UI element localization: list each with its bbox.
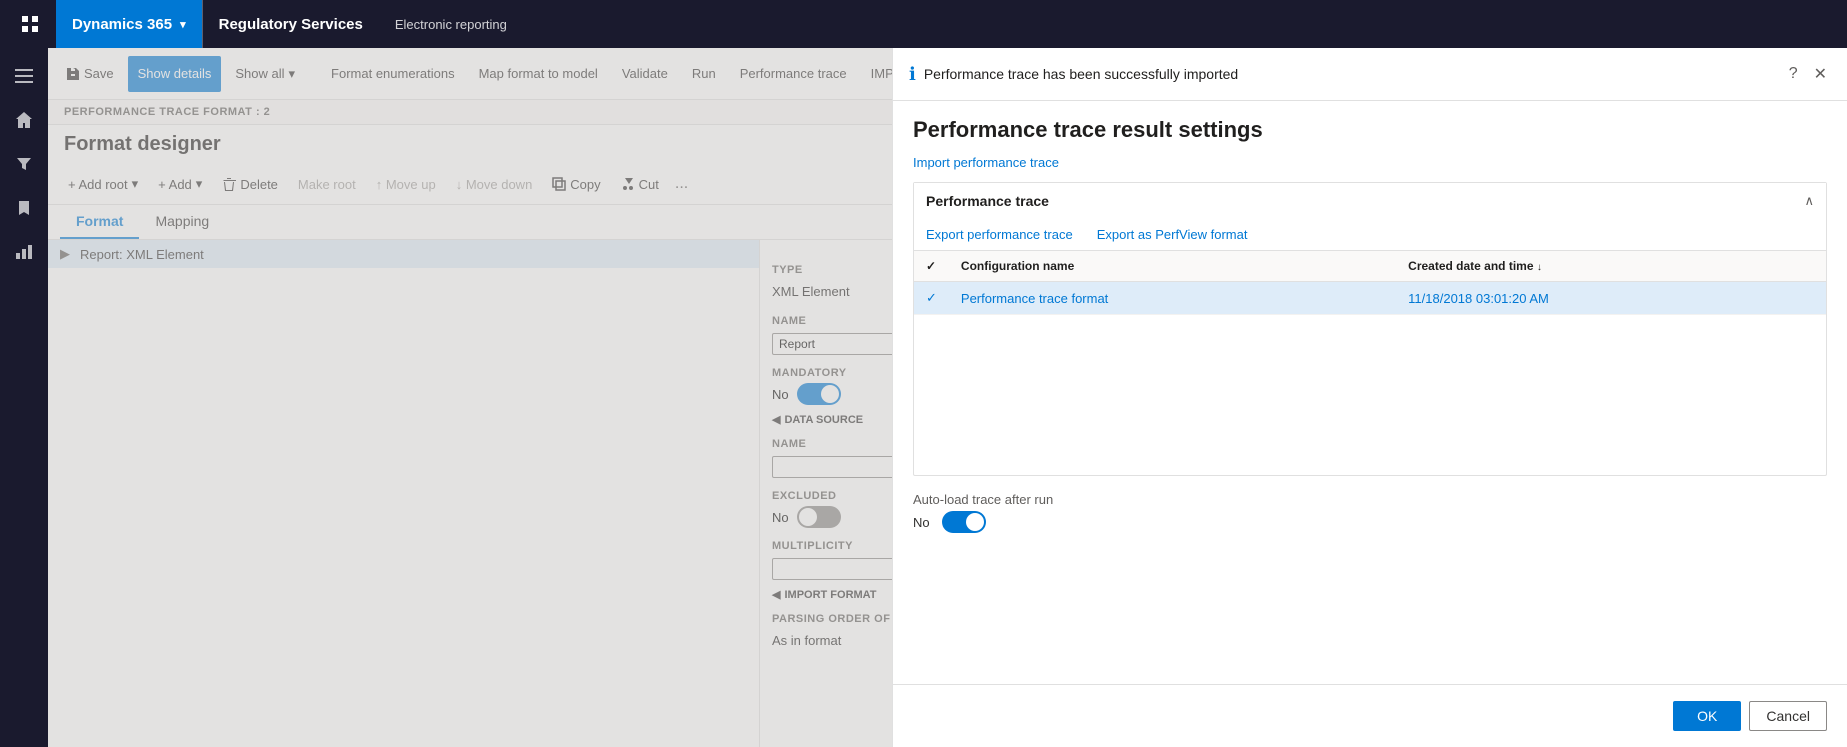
export-perfview-link[interactable]: Export as PerfView format bbox=[1097, 227, 1248, 242]
notification-bar: ℹ Performance trace has been successfull… bbox=[893, 48, 1847, 101]
chart-icon[interactable] bbox=[4, 232, 44, 272]
trace-table: ✓ Configuration name Created date and ti… bbox=[914, 251, 1826, 315]
auto-load-label: Auto-load trace after run bbox=[913, 492, 1827, 507]
performance-trace-section: Performance trace ∧ Export performance t… bbox=[913, 182, 1827, 476]
dynamics365-label: Dynamics 365 bbox=[72, 16, 172, 33]
panel-footer: OK Cancel bbox=[893, 684, 1847, 747]
info-icon: ℹ bbox=[909, 64, 916, 85]
menu-icon[interactable] bbox=[4, 56, 44, 96]
table-empty-space bbox=[914, 315, 1826, 475]
regulatory-services-nav: Regulatory Services bbox=[203, 0, 379, 48]
close-notification-button[interactable]: ✕ bbox=[1810, 60, 1831, 88]
export-performance-trace-link[interactable]: Export performance trace bbox=[926, 227, 1073, 242]
links-row: Export performance trace Export as PerfV… bbox=[914, 219, 1826, 251]
auto-load-section: Auto-load trace after run No bbox=[893, 476, 1847, 549]
created-date-column-header[interactable]: Created date and time ↓ bbox=[1396, 251, 1826, 282]
electronic-reporting-nav: Electronic reporting bbox=[379, 0, 523, 48]
row-check: ✓ bbox=[914, 282, 949, 315]
ok-button[interactable]: OK bbox=[1673, 701, 1741, 731]
dynamics365-chevron: ▾ bbox=[180, 18, 186, 31]
auto-load-value: No bbox=[913, 515, 930, 530]
help-icon[interactable]: ? bbox=[1785, 61, 1802, 87]
table-row[interactable]: ✓ Performance trace format 11/18/2018 03… bbox=[914, 282, 1826, 315]
left-sidebar bbox=[0, 48, 48, 747]
section-title: Performance trace bbox=[926, 193, 1796, 209]
auto-load-value-row: No bbox=[913, 511, 1827, 533]
grid-icon[interactable] bbox=[12, 6, 48, 42]
panel-title: Performance trace result settings bbox=[893, 101, 1847, 151]
auto-load-toggle[interactable] bbox=[942, 511, 986, 533]
bookmark-icon[interactable] bbox=[4, 188, 44, 228]
filter-icon[interactable] bbox=[4, 144, 44, 184]
auto-load-toggle-thumb bbox=[966, 513, 984, 531]
row-config-name: Performance trace format bbox=[949, 282, 1396, 315]
top-navigation: Dynamics 365 ▾ Regulatory Services Elect… bbox=[0, 0, 1847, 48]
row-created-date: 11/18/2018 03:01:20 AM bbox=[1396, 282, 1826, 315]
cancel-button[interactable]: Cancel bbox=[1749, 701, 1827, 731]
notification-text: Performance trace has been successfully … bbox=[924, 66, 1777, 82]
check-column-header: ✓ bbox=[914, 251, 949, 282]
right-panel: ℹ Performance trace has been successfull… bbox=[892, 48, 1847, 747]
config-name-column-header[interactable]: Configuration name bbox=[949, 251, 1396, 282]
dynamics365-nav[interactable]: Dynamics 365 ▾ bbox=[56, 0, 202, 48]
modal-overlay bbox=[48, 48, 892, 747]
sort-indicator: ↓ bbox=[1537, 262, 1542, 273]
section-chevron-icon: ∧ bbox=[1804, 193, 1814, 209]
section-header[interactable]: Performance trace ∧ bbox=[914, 183, 1826, 219]
import-performance-trace-link[interactable]: Import performance trace bbox=[893, 151, 1847, 182]
home-icon[interactable] bbox=[4, 100, 44, 140]
